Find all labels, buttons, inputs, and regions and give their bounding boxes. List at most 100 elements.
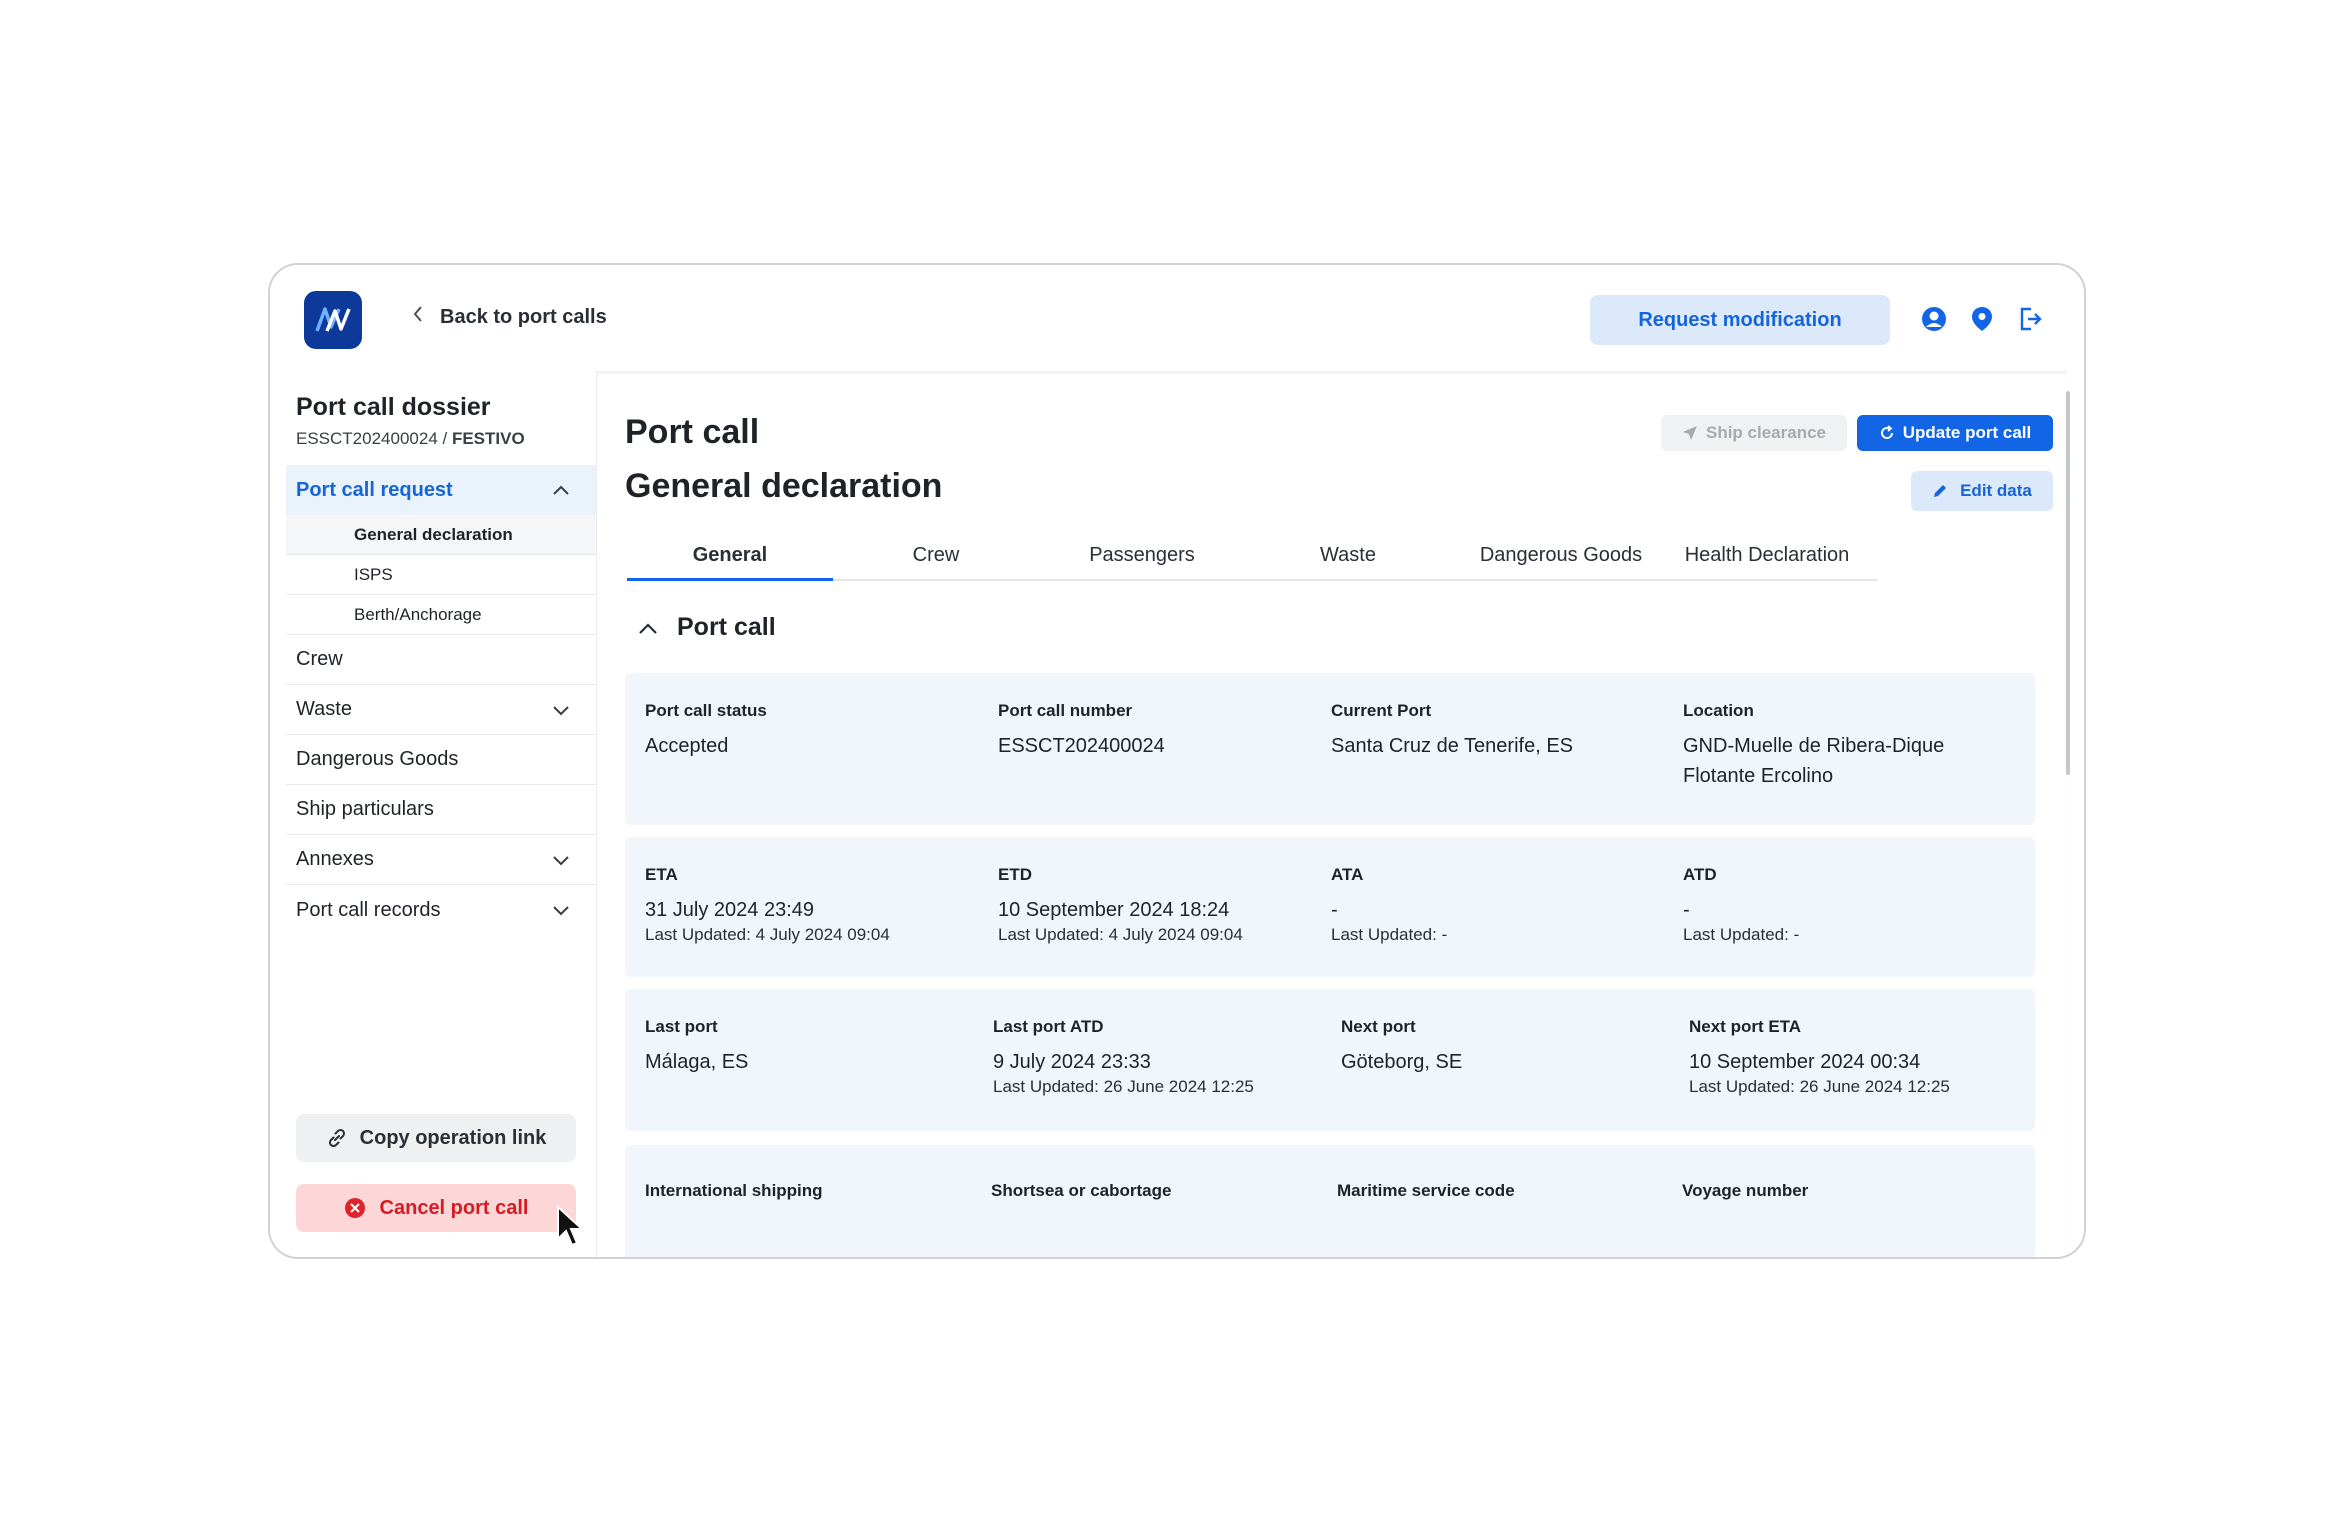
dossier-title: Port call dossier xyxy=(296,393,491,421)
back-to-port-calls-link[interactable]: Back to port calls xyxy=(412,305,607,329)
info-card-service: International shipping Shortsea or cabor… xyxy=(625,1145,2035,1257)
field-label: Next port xyxy=(1341,1017,1416,1036)
field-port-call-number: Port call number ESSCT202400024 xyxy=(998,701,1165,761)
sidebar-item-label: Ship particulars xyxy=(296,798,434,820)
field-updated: Last Updated: - xyxy=(1683,925,1800,944)
field-label: Port call number xyxy=(998,701,1133,720)
ship-name: FESTIVO xyxy=(451,429,525,448)
field-label: Shortsea or cabortage xyxy=(991,1181,1172,1200)
field-updated: Last Updated: 4 July 2024 09:04 xyxy=(645,925,890,944)
field-eta: ETA 31 July 2024 23:49 Last Updated: 4 J… xyxy=(645,865,890,945)
field-value: 10 September 2024 00:34 xyxy=(1689,1051,1921,1073)
edit-data-button[interactable]: Edit data xyxy=(1911,471,2053,511)
ship-clearance-label: Ship clearance xyxy=(1705,423,1826,442)
field-label: Maritime service code xyxy=(1337,1181,1515,1200)
chevron-up-icon xyxy=(553,485,569,495)
sidebar-item-label: Crew xyxy=(296,648,343,670)
field-etd: ETD 10 September 2024 18:24 Last Updated… xyxy=(998,865,1243,945)
cancel-port-call-button[interactable]: Cancel port call xyxy=(296,1184,576,1232)
cancel-label: Cancel port call xyxy=(379,1196,529,1219)
app-logo[interactable] xyxy=(304,291,362,349)
sidebar-item-dangerous-goods[interactable]: Dangerous Goods xyxy=(286,735,596,785)
sidebar-item-label: Port call request xyxy=(296,478,453,501)
tab-bar: General Crew Passengers Waste Dangerous … xyxy=(627,541,1877,581)
dossier-separator: / xyxy=(437,429,452,448)
sidebar-item-berth-anchorage[interactable]: Berth/Anchorage xyxy=(286,595,596,635)
back-label: Back to port calls xyxy=(440,305,607,328)
logout-icon[interactable] xyxy=(2016,305,2044,333)
field-label: Voyage number xyxy=(1682,1181,1809,1200)
field-label: Last port xyxy=(645,1017,718,1036)
sidebar-item-label: Port call records xyxy=(296,898,441,921)
sidebar-item-ship-particulars[interactable]: Ship particulars xyxy=(286,785,596,835)
tab-crew[interactable]: Crew xyxy=(833,541,1039,581)
sidebar-item-label: Dangerous Goods xyxy=(296,748,459,770)
field-value: - xyxy=(1683,899,1690,921)
page-subtitle: General declaration xyxy=(625,467,943,505)
field-label: Port call status xyxy=(645,701,767,720)
logo-mark-icon xyxy=(315,307,351,332)
field-value: Göteborg, SE xyxy=(1341,1051,1463,1073)
chevron-left-icon xyxy=(412,305,424,329)
field-value: ESSCT202400024 xyxy=(998,735,1165,757)
field-value: GND-Muelle de Ribera-Dique xyxy=(1683,735,1945,757)
sidebar-item-general-declaration[interactable]: General declaration xyxy=(286,515,596,555)
field-atd: ATD - Last Updated: - xyxy=(1683,865,1799,945)
dossier-id: ESSCT202400024 xyxy=(296,429,438,448)
field-value: Málaga, ES xyxy=(645,1051,749,1073)
field-value: 9 July 2024 23:33 xyxy=(993,1051,1151,1073)
field-updated: Last Updated: 26 June 2024 12:25 xyxy=(1689,1077,1950,1096)
field-voyage-number: Voyage number xyxy=(1682,1181,1808,1211)
update-port-call-button[interactable]: Update port call xyxy=(1857,415,2053,451)
field-value: Accepted xyxy=(645,735,729,757)
section-title: Port call xyxy=(677,613,776,641)
field-maritime-service-code: Maritime service code xyxy=(1337,1181,1515,1211)
sidebar-nav: Port call request General declaration IS… xyxy=(286,465,596,935)
tab-general[interactable]: General xyxy=(627,541,833,581)
field-port-call-status: Port call status Accepted xyxy=(645,701,767,761)
location-pin-icon[interactable] xyxy=(1968,305,1996,333)
field-label: Last port ATD xyxy=(993,1017,1104,1036)
chevron-down-icon xyxy=(553,706,569,716)
field-shortsea: Shortsea or cabortage xyxy=(991,1181,1171,1211)
field-last-port-atd: Last port ATD 9 July 2024 23:33 Last Upd… xyxy=(993,1017,1254,1097)
user-icon[interactable] xyxy=(1920,305,1948,333)
sidebar-item-label: Annexes xyxy=(296,848,374,870)
field-label: Next port ETA xyxy=(1689,1017,1802,1036)
send-icon xyxy=(1682,426,1697,440)
field-label: ETD xyxy=(998,865,1032,884)
main-scrollbar[interactable] xyxy=(2066,391,2070,775)
field-label: Current Port xyxy=(1331,701,1432,720)
update-label: Update port call xyxy=(1902,423,2032,442)
sidebar-item-waste[interactable]: Waste xyxy=(286,685,596,735)
field-value: 10 September 2024 18:24 xyxy=(998,899,1230,921)
copy-operation-link-button[interactable]: Copy operation link xyxy=(296,1114,576,1162)
sidebar-item-port-call-records[interactable]: Port call records xyxy=(286,885,596,935)
ship-clearance-button[interactable]: Ship clearance xyxy=(1661,415,1847,451)
pencil-icon xyxy=(1934,485,1947,497)
tab-waste[interactable]: Waste xyxy=(1245,541,1451,581)
tab-passengers[interactable]: Passengers xyxy=(1039,541,1245,581)
tab-health-declaration[interactable]: Health Declaration xyxy=(1667,541,1867,581)
field-value: - xyxy=(1331,899,1338,921)
sidebar-item-isps[interactable]: ISPS xyxy=(286,555,596,595)
sidebar-item-port-call-request[interactable]: Port call request xyxy=(286,465,596,515)
field-updated: Last Updated: 26 June 2024 12:25 xyxy=(993,1077,1254,1096)
close-circle-icon xyxy=(344,1198,365,1218)
field-value: Santa Cruz de Tenerife, ES xyxy=(1331,735,1573,757)
field-value: Flotante Ercolino xyxy=(1683,765,1834,787)
field-last-port: Last port Málaga, ES xyxy=(645,1017,748,1077)
sidebar-item-crew[interactable]: Crew xyxy=(286,635,596,685)
refresh-icon xyxy=(1880,425,1893,439)
info-card-status: Port call status Accepted Port call numb… xyxy=(625,673,2035,825)
copy-link-label: Copy operation link xyxy=(359,1126,547,1149)
field-label: ETA xyxy=(645,865,678,884)
sidebar-item-annexes[interactable]: Annexes xyxy=(286,835,596,885)
info-card-ports: Last port Málaga, ES Last port ATD 9 Jul… xyxy=(625,989,2035,1131)
section-header-port-call[interactable]: Port call xyxy=(637,613,776,642)
edit-label: Edit data xyxy=(1960,481,2032,500)
request-modification-button[interactable]: Request modification xyxy=(1590,295,1890,345)
tab-dangerous-goods[interactable]: Dangerous Goods xyxy=(1451,541,1671,581)
field-international-shipping: International shipping xyxy=(645,1181,823,1211)
field-updated: Last Updated: - xyxy=(1331,925,1448,944)
